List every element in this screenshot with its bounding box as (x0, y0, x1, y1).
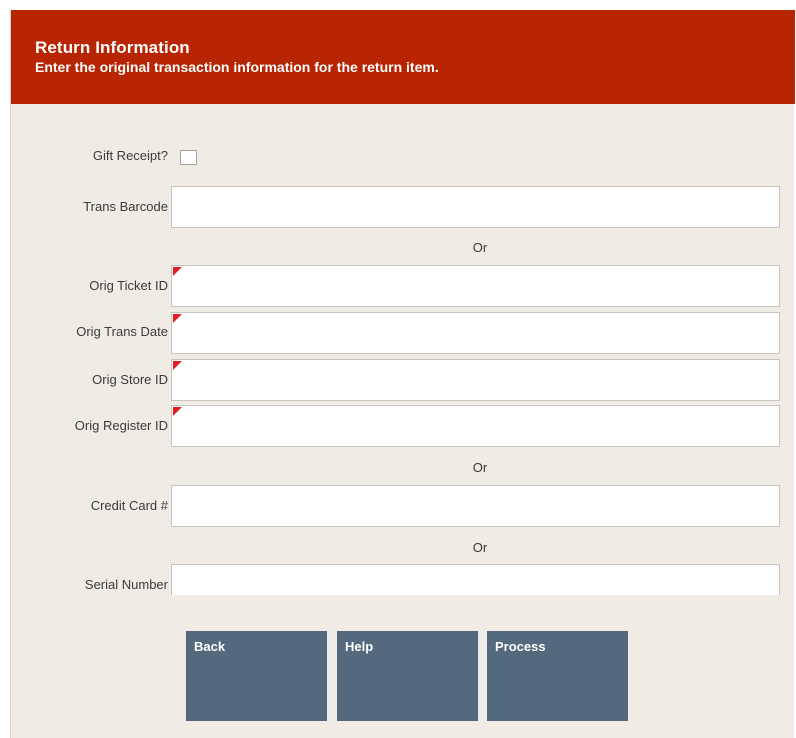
required-marker-icon (173, 267, 182, 276)
trans-barcode-label: Trans Barcode (83, 199, 168, 214)
orig-register-id-label: Orig Register ID (74, 418, 168, 433)
back-button[interactable]: Back (186, 631, 327, 721)
process-button[interactable]: Process (487, 631, 628, 721)
page-title: Return Information (35, 38, 190, 57)
or-separator-1: Or (472, 240, 488, 255)
trans-barcode-field[interactable] (171, 186, 780, 228)
or-separator-3: Or (472, 540, 488, 555)
orig-register-id-field[interactable] (171, 405, 780, 447)
orig-trans-date-field[interactable] (171, 312, 780, 354)
required-marker-icon (173, 314, 182, 323)
help-button[interactable]: Help (337, 631, 478, 721)
serial-number-label: Serial Number (84, 577, 168, 592)
header-bar: Return Information Enter the original tr… (11, 10, 795, 104)
serial-number-field[interactable] (171, 564, 780, 595)
or-separator-2: Or (472, 460, 488, 475)
credit-card-label: Credit Card # (90, 498, 168, 513)
orig-ticket-id-label: Orig Ticket ID (89, 278, 168, 293)
gift-receipt-label: Gift Receipt? (92, 148, 168, 163)
orig-store-id-field[interactable] (171, 359, 780, 401)
required-marker-icon (173, 361, 182, 370)
credit-card-field[interactable] (171, 485, 780, 527)
orig-store-id-label: Orig Store ID (92, 372, 168, 387)
required-marker-icon (173, 407, 182, 416)
orig-trans-date-label: Orig Trans Date (76, 324, 168, 339)
page-subtitle: Enter the original transaction informati… (35, 59, 439, 75)
gift-receipt-checkbox[interactable] (180, 150, 197, 165)
orig-ticket-id-field[interactable] (171, 265, 780, 307)
